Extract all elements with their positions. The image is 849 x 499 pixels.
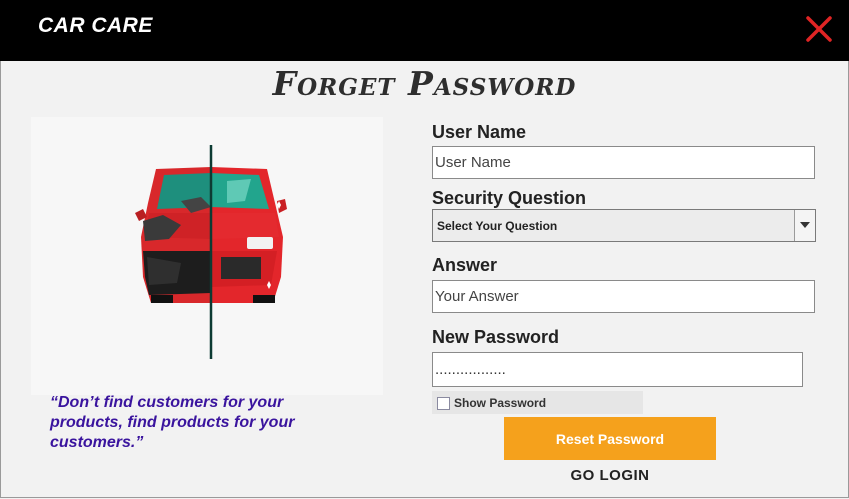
quote-text: “Don’t find customers for your products,…	[50, 394, 295, 451]
security-question-label: Security Question	[432, 188, 587, 208]
car-repair-illustration	[135, 145, 287, 359]
damaged-car-half	[135, 167, 211, 303]
answer-input[interactable]	[432, 280, 815, 313]
illustration-panel	[31, 117, 383, 395]
page-title: Forget Password	[272, 64, 577, 103]
brand-title: CAR CARE	[38, 14, 153, 37]
security-question-select[interactable]: Select Your Question	[432, 209, 816, 242]
title-bar: CAR CARE	[0, 0, 849, 61]
show-password-toggle[interactable]: Show Password	[432, 391, 643, 414]
close-button[interactable]	[802, 12, 836, 46]
show-password-label: Show Password	[454, 396, 547, 410]
go-login-link[interactable]: GO LOGIN	[560, 467, 660, 484]
close-icon	[806, 16, 832, 42]
new-password-label: New Password	[432, 327, 560, 347]
new-password-input[interactable]	[432, 352, 803, 387]
dropdown-button[interactable]	[794, 210, 815, 241]
username-input[interactable]	[432, 146, 815, 179]
answer-label: Answer	[432, 255, 498, 275]
chevron-down-icon	[800, 222, 810, 228]
security-question-value: Select Your Question	[437, 219, 558, 233]
repaired-car-half	[211, 167, 287, 303]
reset-password-button[interactable]: Reset Password	[504, 417, 716, 460]
show-password-checkbox[interactable]	[437, 397, 450, 410]
username-label: User Name	[432, 122, 527, 142]
